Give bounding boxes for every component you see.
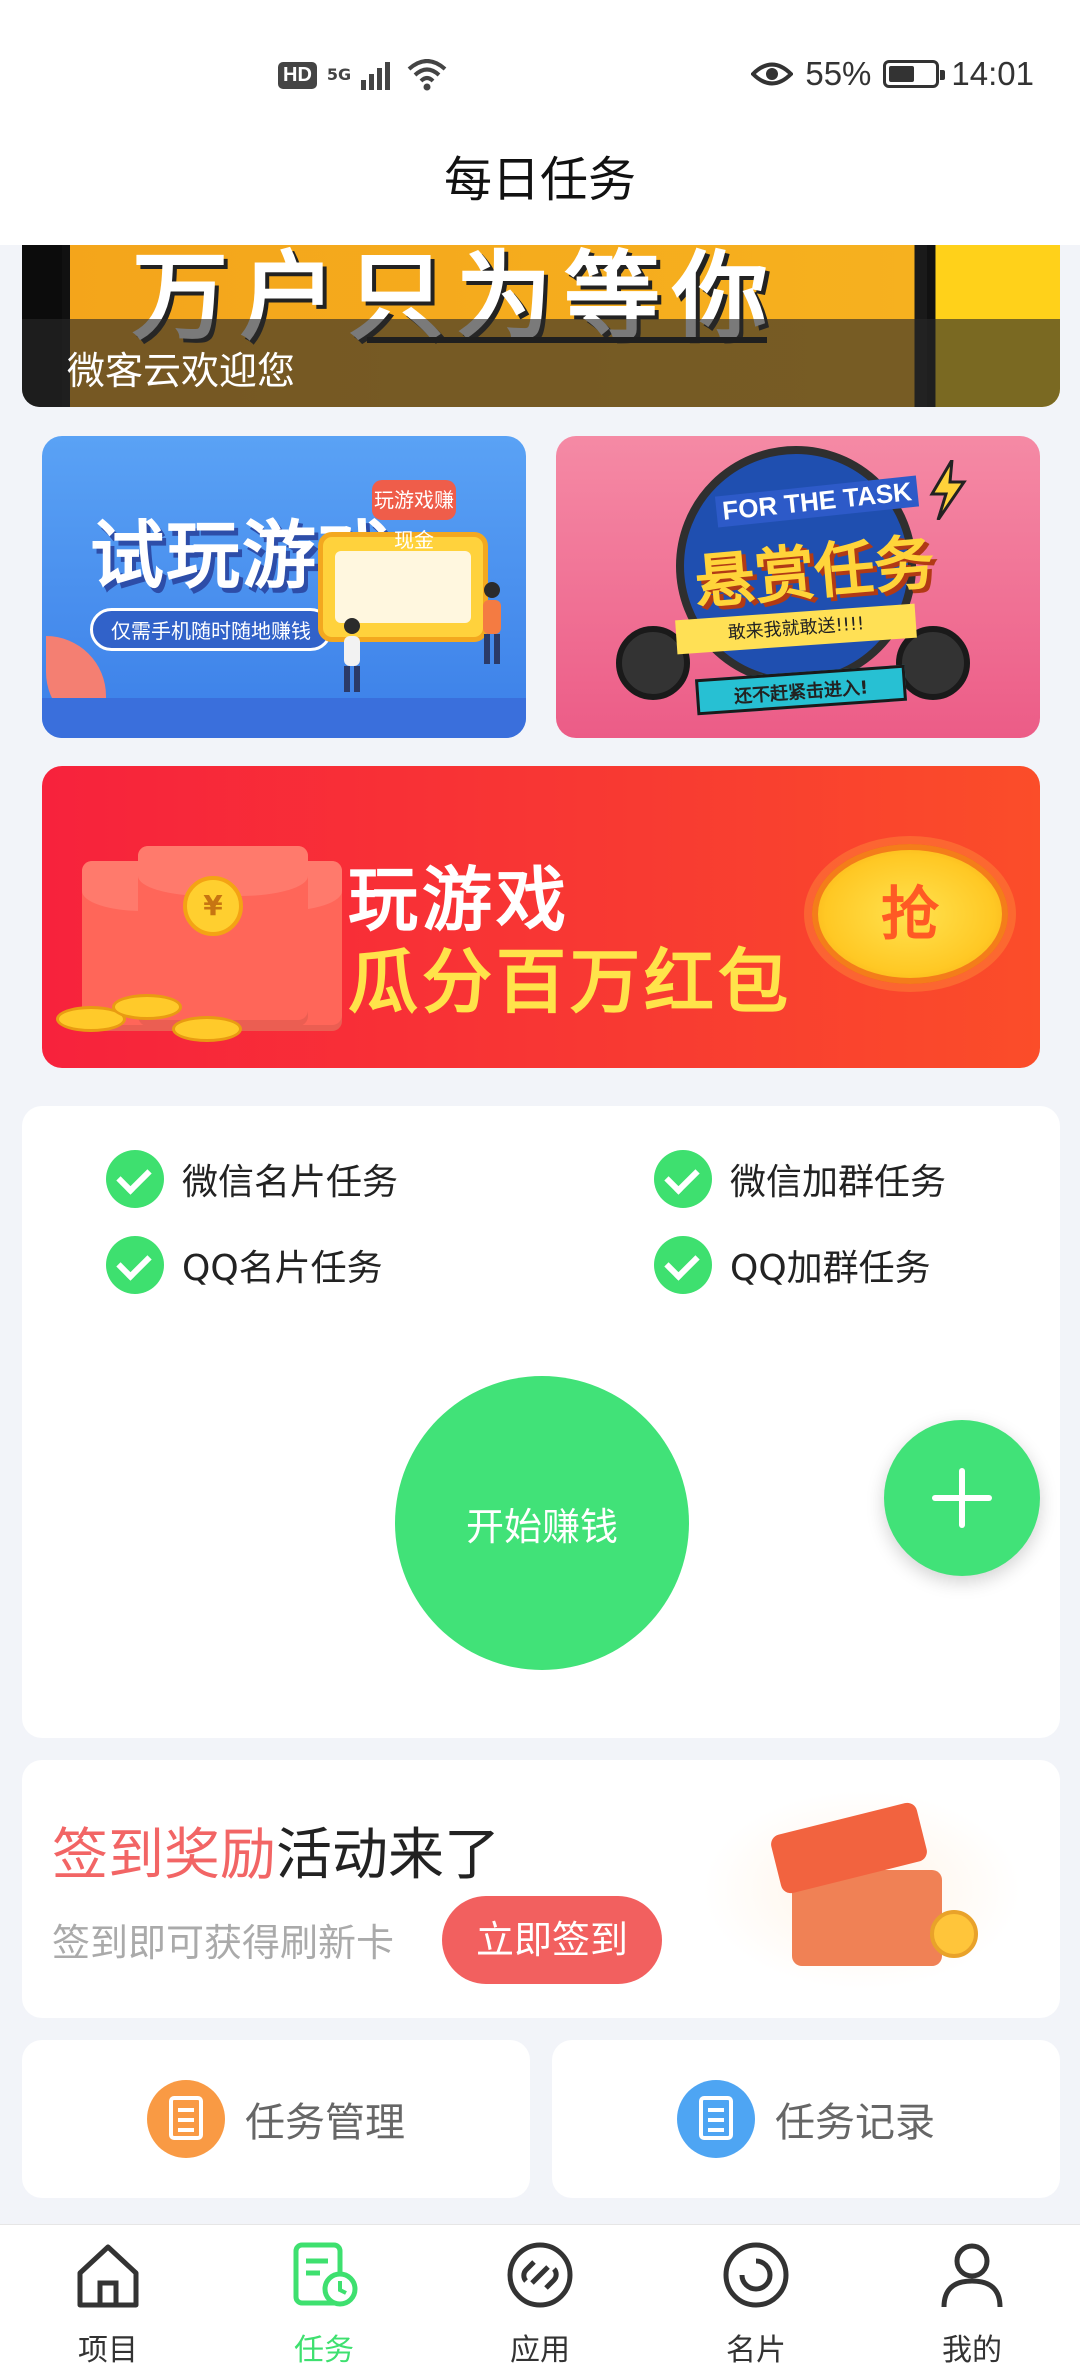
- envelope-coin: ¥: [183, 876, 243, 936]
- task-item-wechat-card: 微信名片任务: [106, 1150, 398, 1208]
- sign-in-subtitle: 签到即可获得刷新卡: [52, 1921, 395, 1965]
- nav-label: 项目: [78, 2333, 138, 2368]
- link-icon: [507, 2242, 573, 2308]
- status-right-icons: 55% 14:01: [751, 52, 1034, 96]
- person-illustration: [344, 618, 360, 692]
- task-item-label: QQ加群任务: [730, 1248, 931, 1289]
- check-icon: [654, 1150, 712, 1208]
- nav-item-mine[interactable]: 我的: [902, 2239, 1042, 2369]
- task-item-label: QQ名片任务: [182, 1248, 383, 1289]
- phone-screen: [335, 551, 471, 623]
- task-record-button[interactable]: 任务记录: [552, 2040, 1060, 2198]
- page-title: 每日任务: [443, 152, 636, 208]
- nav-item-apps[interactable]: 应用: [470, 2239, 610, 2369]
- status-left-icons: HD 5G: [278, 55, 447, 95]
- sign-in-title-rest: 活动来了: [276, 1823, 500, 1888]
- task-item-label: 微信名片任务: [182, 1162, 399, 1203]
- red-banner-line2: 瓜分百万红包: [348, 941, 792, 1023]
- task-item-wechat-group: 微信加群任务: [654, 1150, 946, 1208]
- grab-button[interactable]: 抢: [812, 844, 1008, 984]
- top-banner[interactable]: 万户只为等你 微客云欢迎您: [22, 245, 1060, 407]
- nav-label: 任务: [294, 2333, 354, 2368]
- start-earning-button[interactable]: 开始赚钱: [395, 1376, 689, 1670]
- clock: 14:01: [951, 55, 1034, 92]
- check-icon: [106, 1150, 164, 1208]
- battery-fill: [889, 66, 914, 82]
- nav-item-cards[interactable]: 名片: [686, 2239, 826, 2369]
- check-icon: [654, 1236, 712, 1294]
- red-packet-banner[interactable]: ¥ 玩游戏 瓜分百万红包 抢: [42, 766, 1040, 1068]
- battery-percent: 55%: [805, 55, 872, 92]
- home-icon: [77, 2244, 139, 2308]
- person-illustration: [483, 582, 501, 664]
- signal-icon: [361, 62, 391, 90]
- task-clock-icon: [293, 2242, 358, 2307]
- promo-bubble: 玩游戏赚现金: [372, 480, 456, 552]
- task-item-qq-group: QQ加群任务: [654, 1236, 931, 1294]
- task-card: 微信名片任务 微信加群任务 QQ名片任务 QQ加群任务 开始赚钱: [22, 1106, 1060, 1738]
- nav-label: 名片: [726, 2333, 786, 2368]
- promo-trial-games-subtitle: 仅需手机随时随地赚钱: [90, 608, 332, 651]
- task-record-label: 任务记录: [775, 2100, 935, 2146]
- spiral-icon: [723, 2242, 789, 2308]
- user-icon: [941, 2243, 1003, 2308]
- nav-label: 我的: [942, 2333, 1002, 2368]
- promo-reward-tasks[interactable]: FOR THE TASK 悬赏任务 敢来我就敢送!!!! 还不赶紧击进入!: [556, 436, 1040, 738]
- check-icon: [106, 1236, 164, 1294]
- promo-trial-games[interactable]: 试玩游戏 仅需手机随时随地赚钱 玩游戏赚现金: [42, 436, 526, 738]
- status-bar: HD 5G 55% 14:01: [0, 0, 1080, 150]
- task-management-button[interactable]: 任务管理: [22, 2040, 530, 2198]
- coin-pile: [112, 994, 182, 1020]
- nav-item-tasks[interactable]: 任务: [254, 2239, 394, 2369]
- sign-in-title: 签到奖励活动来了: [52, 1810, 500, 1891]
- coin-pile: [172, 1016, 242, 1042]
- sign-in-card: 签到奖励活动来了 签到即可获得刷新卡 立即签到: [22, 1760, 1060, 2018]
- task-item-qq-card: QQ名片任务: [106, 1236, 383, 1294]
- promo-ribbon-enter: 还不赶紧击进入!: [695, 664, 907, 716]
- sign-in-button[interactable]: 立即签到: [442, 1896, 662, 1984]
- sign-in-title-highlight: 签到奖励: [52, 1823, 276, 1888]
- task-management-icon: [147, 2080, 225, 2158]
- add-button[interactable]: [884, 1420, 1040, 1576]
- coin-icon: [930, 1910, 978, 1958]
- hd-badge: HD: [278, 61, 317, 89]
- task-management-label: 任务管理: [245, 2100, 405, 2146]
- eye-icon: [751, 62, 794, 86]
- clipboard-icon: [677, 2080, 755, 2158]
- task-item-label: 微信加群任务: [730, 1162, 947, 1203]
- nav-item-projects[interactable]: 项目: [38, 2239, 178, 2369]
- network-type-label: 5G: [326, 65, 352, 84]
- wifi-icon: [407, 59, 447, 91]
- battery-icon: [883, 60, 946, 88]
- lightning-icon: [929, 460, 967, 520]
- promo-floor: [42, 698, 526, 738]
- banner-caption: 微客云欢迎您: [67, 349, 296, 393]
- nav-label: 应用: [510, 2333, 570, 2368]
- bottom-nav: 项目 任务 应用 名片 我的: [0, 2224, 1080, 2376]
